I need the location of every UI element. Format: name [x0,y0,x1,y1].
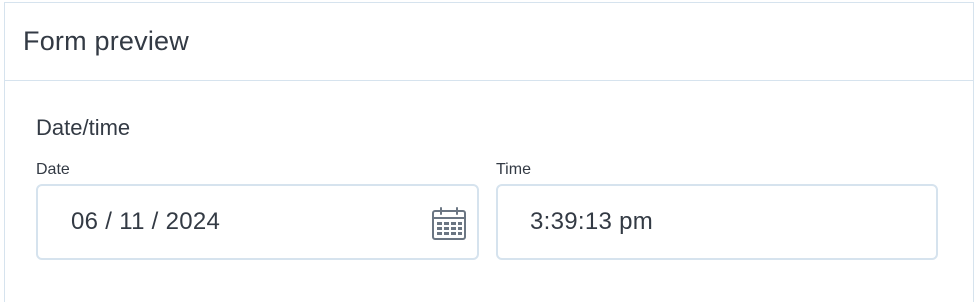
date-field-label: Date [36,161,70,178]
date-input-value: 06 / 11 / 2024 [71,208,221,235]
section-label: Date/time [36,115,131,140]
panel-title: Form preview [23,26,189,56]
form-preview-panel: Form preview Date/time Date 06 / 11 / 20… [4,2,974,302]
time-field-label: Time [496,161,531,178]
time-input-value: 3:39:13 pm [530,208,654,235]
date-input[interactable]: 06 / 11 / 2024 [36,184,479,260]
time-input[interactable]: 3:39:13 pm [496,184,938,260]
panel-header: Form preview [5,3,973,81]
calendar-icon[interactable] [431,206,467,242]
